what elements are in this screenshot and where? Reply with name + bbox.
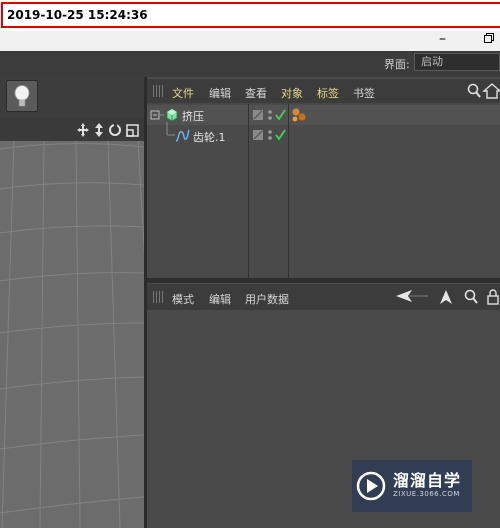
object-name-extrude[interactable]: 挤压 xyxy=(182,108,204,124)
layout-label: 界面: xyxy=(384,58,410,71)
restore-icon[interactable] xyxy=(484,33,494,43)
enabled-check-icon[interactable] xyxy=(275,109,286,121)
material-tag-icon[interactable] xyxy=(291,107,309,123)
panel-separator[interactable] xyxy=(147,278,500,283)
search-icon[interactable] xyxy=(467,83,481,98)
editor-visibility-dot[interactable] xyxy=(268,130,272,134)
render-visibility-dot[interactable] xyxy=(268,136,272,140)
object-flags-extrude xyxy=(253,109,286,121)
light-bulb-icon xyxy=(14,85,30,107)
editor-visibility-dot[interactable] xyxy=(268,110,272,114)
window-titlebar xyxy=(0,31,500,51)
timestamp-text: 2019-10-25 15:24:36 xyxy=(1,2,500,28)
am-menu-userdata[interactable]: 用户数据 xyxy=(245,291,289,307)
am-toolbar-icons xyxy=(396,289,499,305)
layout-dropdown-value: 启动 xyxy=(421,55,443,68)
render-visibility-dot[interactable] xyxy=(268,116,272,120)
3d-viewport[interactable] xyxy=(0,141,144,528)
tree-collapse-icon[interactable] xyxy=(150,108,166,122)
light-button[interactable] xyxy=(6,80,38,112)
om-menu-tags[interactable]: 标签 xyxy=(317,85,339,101)
panel-grip-icon[interactable] xyxy=(153,85,165,97)
om-menu-file[interactable]: 文件 xyxy=(172,85,194,101)
enabled-check-icon[interactable] xyxy=(275,129,286,141)
search-icon[interactable] xyxy=(464,289,478,304)
panel-grip-icon[interactable] xyxy=(153,291,165,303)
am-menu-mode[interactable]: 模式 xyxy=(172,291,194,307)
back-arrow-icon[interactable] xyxy=(396,290,428,302)
minimize-button[interactable]: – xyxy=(439,32,446,46)
viewport-grid xyxy=(0,141,144,528)
viewport-nav-icons xyxy=(77,123,139,137)
watermark-title: 溜溜自学 xyxy=(393,471,462,490)
play-logo-icon xyxy=(356,471,386,501)
om-toolbar-icons xyxy=(467,83,500,99)
watermark-subtitle: ZIXUE.3066.COM xyxy=(393,490,460,498)
lock-icon[interactable] xyxy=(487,289,499,305)
am-menu-edit[interactable]: 编辑 xyxy=(209,291,231,307)
om-menu-view[interactable]: 查看 xyxy=(245,85,267,101)
rotate-view-icon[interactable] xyxy=(109,123,121,136)
om-menu-object[interactable]: 对象 xyxy=(281,85,303,101)
up-arrow-icon[interactable] xyxy=(440,290,452,304)
move-view-icon[interactable] xyxy=(77,123,89,137)
home-icon[interactable] xyxy=(482,83,500,99)
extrude-icon xyxy=(166,108,178,121)
om-menu-edit[interactable]: 编辑 xyxy=(209,85,231,101)
object-name-gear[interactable]: 齿轮.1 xyxy=(193,129,226,145)
om-menu-bookmarks[interactable]: 书签 xyxy=(353,85,375,101)
zoom-view-icon[interactable] xyxy=(95,123,103,137)
object-flags-gear xyxy=(253,129,286,141)
layout-dropdown[interactable]: 启动 xyxy=(414,53,500,71)
spline-gear-icon xyxy=(175,129,190,142)
maximize-view-icon[interactable] xyxy=(126,124,139,137)
